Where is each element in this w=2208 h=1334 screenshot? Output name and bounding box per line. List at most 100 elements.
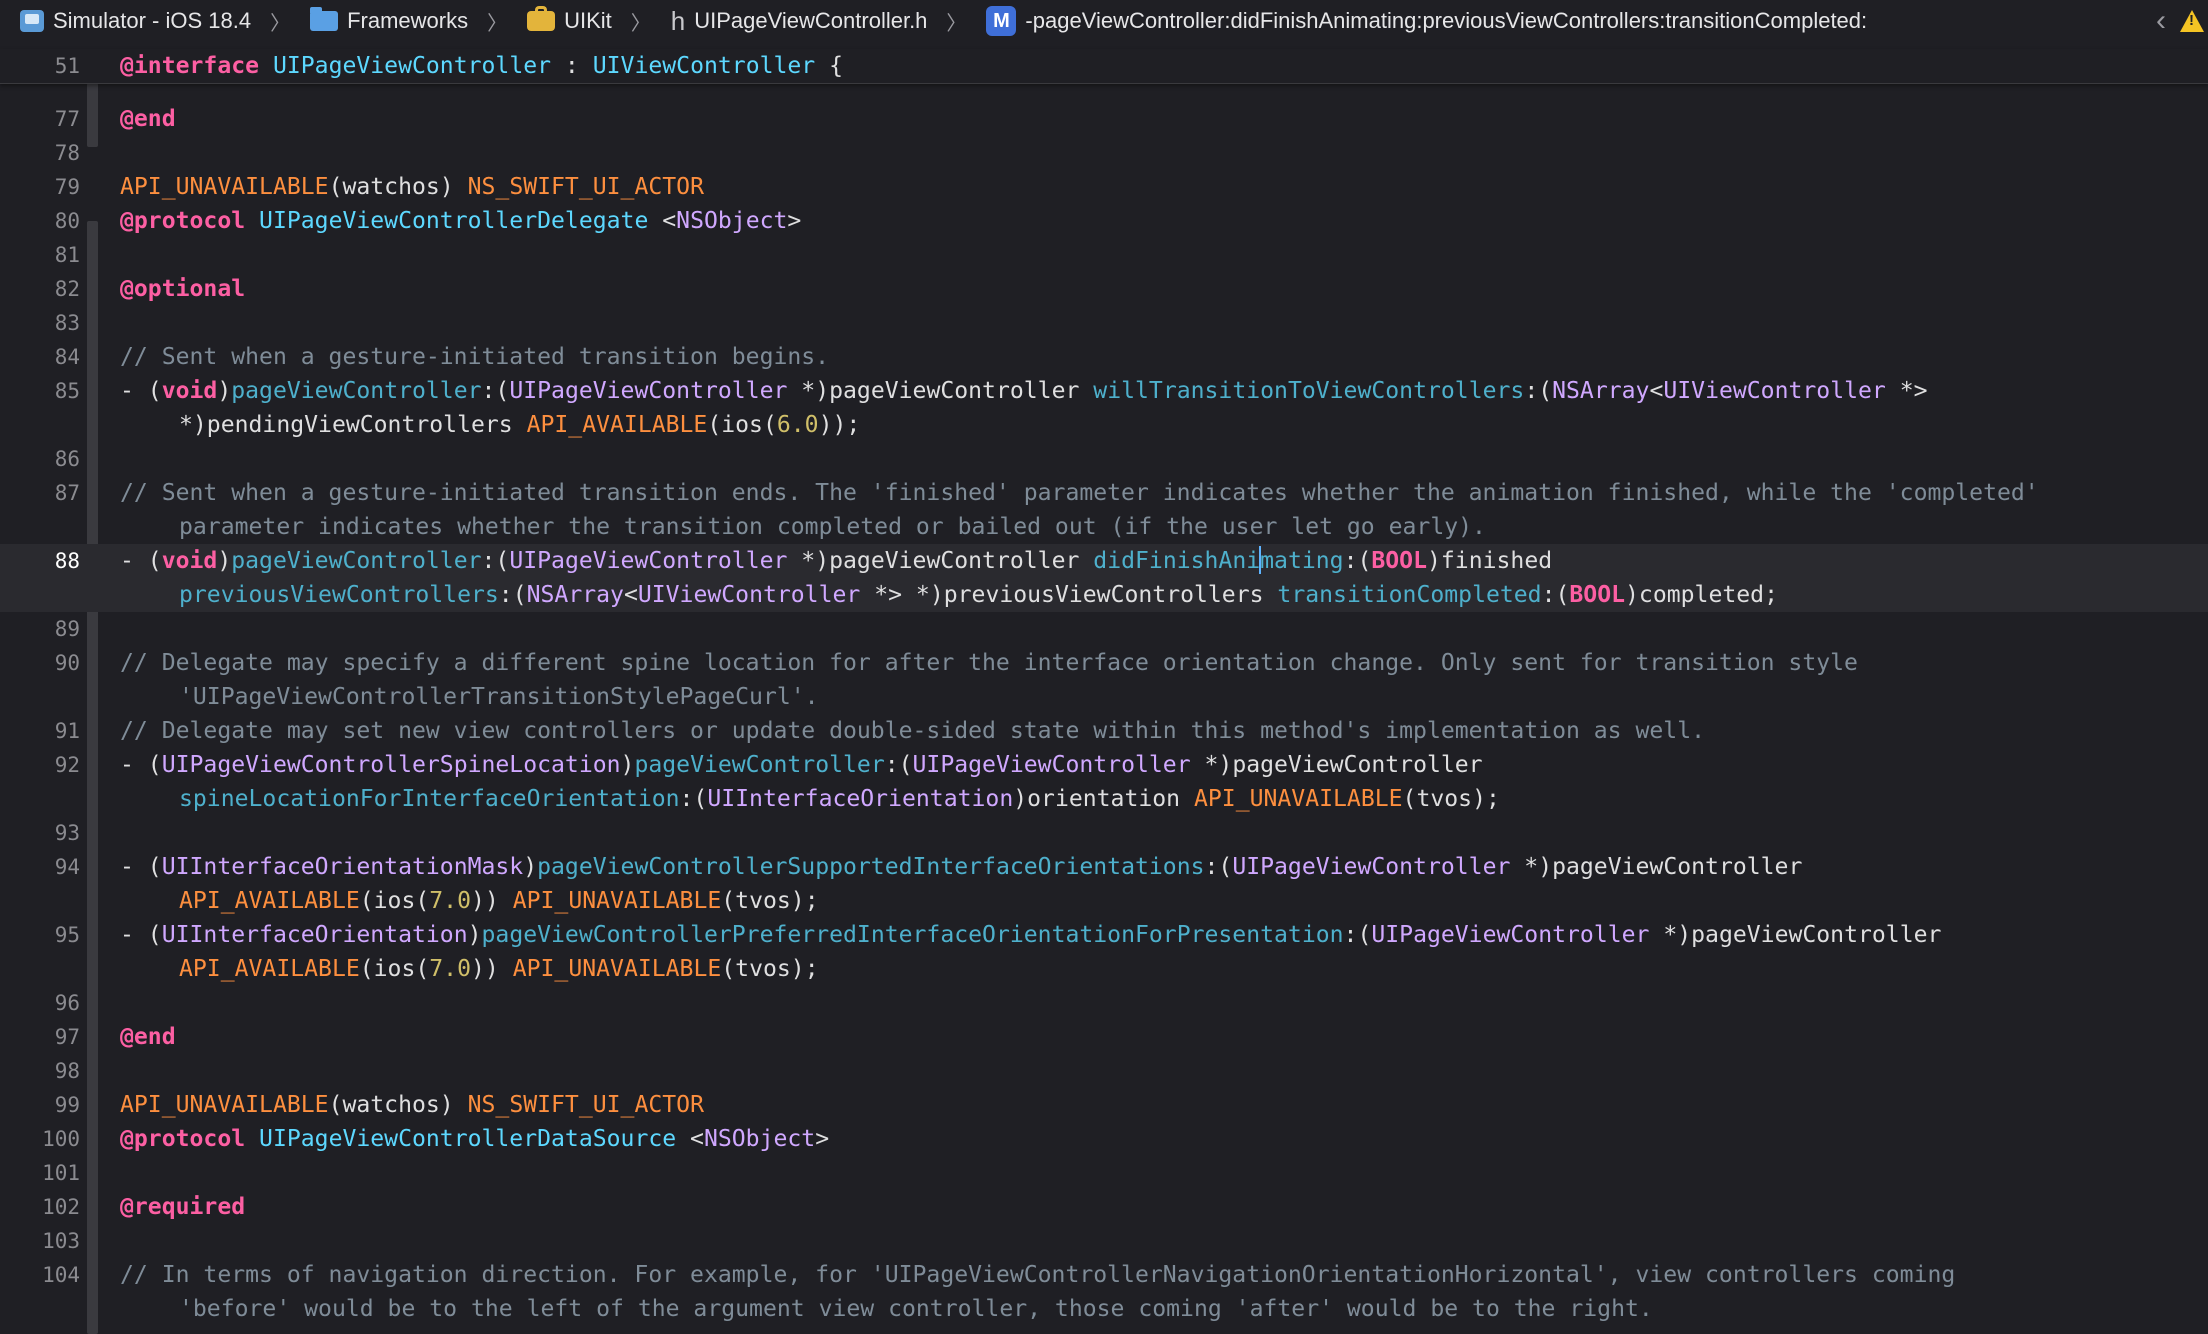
crumb-label: -pageViewController:didFinishAnimating:p… xyxy=(1025,8,1868,33)
simulator-icon xyxy=(20,10,44,32)
line-number: 94 xyxy=(54,855,80,879)
code-line-row: 78 xyxy=(0,136,2208,170)
chevron-right-icon: 〉 xyxy=(946,12,967,35)
code-line: - (UIInterfaceOrientation)pageViewContro… xyxy=(120,922,1942,948)
code-line-row: 89 xyxy=(0,612,2208,646)
crumb-header-file[interactable]: h UIPageViewController.h 〉 xyxy=(651,7,967,36)
code-line-row: 97 @end xyxy=(0,1020,2208,1054)
code-line-row: 98 xyxy=(0,1054,2208,1088)
chevron-right-icon: 〉 xyxy=(487,12,508,35)
line-number: 79 xyxy=(54,175,80,199)
chevron-right-icon: 〉 xyxy=(630,12,651,35)
code-line-row: 94 - (UIInterfaceOrientationMask)pageVie… xyxy=(0,850,2208,918)
code-line-row: 82 @optional xyxy=(0,272,2208,306)
crumb-label: UIKit xyxy=(564,8,612,33)
crumb-uikit[interactable]: UIKit 〉 xyxy=(507,6,651,36)
code-line: @interface UIPageViewController : UIView… xyxy=(120,53,844,79)
sticky-scope-header[interactable]: 51 @interface UIPageViewController : UIV… xyxy=(0,49,2208,84)
code-line: @optional xyxy=(120,276,246,302)
code-line: // Sent when a gesture-initiated transit… xyxy=(120,480,2039,506)
folder-icon xyxy=(310,7,339,31)
code-line-row: 83 xyxy=(0,306,2208,340)
source-editor[interactable]: 77 @end 78 79 API_UNAVAILABLE(watchos) N… xyxy=(0,83,2208,1334)
code-line-row: 81 xyxy=(0,238,2208,272)
code-line-row: 96 xyxy=(0,986,2208,1020)
line-number: 90 xyxy=(54,651,80,675)
code-line: API_UNAVAILABLE(watchos) NS_SWIFT_UI_ACT… xyxy=(120,1092,704,1118)
code-line-continuation: parameter indicates whether the transiti… xyxy=(179,514,1486,540)
code-line-continuation: *)pendingViewControllers API_AVAILABLE(i… xyxy=(179,412,861,438)
code-line: - (void)pageViewController:(UIPageViewCo… xyxy=(120,378,1928,404)
code-line-continuation: API_AVAILABLE(ios(7.0)) API_UNAVAILABLE(… xyxy=(179,888,819,914)
code-line: // Delegate may specify a different spin… xyxy=(120,650,1858,676)
crumb-label: UIPageViewController.h xyxy=(694,8,928,33)
code-line-continuation: API_AVAILABLE(ios(7.0)) API_UNAVAILABLE(… xyxy=(179,956,819,982)
line-number: 101 xyxy=(42,1161,80,1185)
line-number: 77 xyxy=(54,107,80,131)
crumb-label: Frameworks xyxy=(347,8,469,33)
code-line-continuation: previousViewControllers:(NSArray<UIViewC… xyxy=(179,582,1778,608)
line-number: 89 xyxy=(54,617,80,641)
line-number: 93 xyxy=(54,821,80,845)
code-line-continuation: 'before' would be to the left of the arg… xyxy=(179,1296,1653,1322)
code-line-row: 104 // In terms of navigation direction.… xyxy=(0,1258,2208,1326)
code-line-row: 92 - (UIPageViewControllerSpineLocation)… xyxy=(0,748,2208,816)
code-line-row: 79 API_UNAVAILABLE(watchos) NS_SWIFT_UI_… xyxy=(0,170,2208,204)
code-line-row: 95 - (UIInterfaceOrientation)pageViewCon… xyxy=(0,918,2208,986)
line-number: 102 xyxy=(42,1195,80,1219)
line-number: 104 xyxy=(42,1263,80,1287)
header-file-icon: h xyxy=(670,6,686,36)
line-number: 83 xyxy=(54,311,80,335)
code-line: @end xyxy=(120,106,176,132)
line-number: 88 xyxy=(54,549,80,573)
line-number: 98 xyxy=(54,1059,80,1083)
code-line: - (UIInterfaceOrientationMask)pageViewCo… xyxy=(120,854,1803,880)
code-line: @protocol UIPageViewControllerDataSource… xyxy=(120,1126,830,1152)
line-number: 87 xyxy=(54,481,80,505)
method-icon: M xyxy=(986,6,1017,36)
code-line-row: 77 @end xyxy=(0,102,2208,136)
code-line: // Sent when a gesture-initiated transit… xyxy=(120,344,830,370)
line-number: 78 xyxy=(54,141,80,165)
code-line-row: 101 xyxy=(0,1156,2208,1190)
code-line-row: 87 // Sent when a gesture-initiated tran… xyxy=(0,476,2208,544)
code-line-row: 84 // Sent when a gesture-initiated tran… xyxy=(0,340,2208,374)
crumb-method[interactable]: M -pageViewController:didFinishAnimating… xyxy=(966,6,1867,36)
code-line: @required xyxy=(120,1194,246,1220)
line-number: 51 xyxy=(54,54,80,78)
code-line-row: 100 @protocol UIPageViewControllerDataSo… xyxy=(0,1122,2208,1156)
code-line-row: 85 - (void)pageViewController:(UIPageVie… xyxy=(0,374,2208,442)
line-number: 84 xyxy=(54,345,80,369)
line-number: 99 xyxy=(54,1093,80,1117)
code-line: @end xyxy=(120,1024,176,1050)
code-line-row: 90 // Delegate may specify a different s… xyxy=(0,646,2208,714)
code-line-row: 103 xyxy=(0,1224,2208,1258)
code-line: - (void)pageViewController:(UIPageViewCo… xyxy=(120,546,1553,574)
code-line: API_UNAVAILABLE(watchos) NS_SWIFT_UI_ACT… xyxy=(120,174,704,200)
toolbox-icon xyxy=(527,6,556,31)
current-code-line-row: 88 - (void)pageViewController:(UIPageVie… xyxy=(0,544,2208,612)
line-number: 80 xyxy=(54,209,80,233)
code-line: @protocol UIPageViewControllerDelegate <… xyxy=(120,208,802,234)
chevron-left-icon[interactable]: ‹ xyxy=(2156,4,2166,38)
line-number: 86 xyxy=(54,447,80,471)
code-line: // In terms of navigation direction. For… xyxy=(120,1262,1956,1288)
code-line-row: 80 @protocol UIPageViewControllerDelegat… xyxy=(0,204,2208,238)
chevron-right-icon: 〉 xyxy=(270,12,291,35)
line-number: 95 xyxy=(54,923,80,947)
line-number: 85 xyxy=(54,379,80,403)
warning-icon[interactable] xyxy=(2180,10,2204,32)
crumb-simulator[interactable]: Simulator - iOS 18.4 〉 xyxy=(0,7,290,36)
code-line-continuation: spineLocationForInterfaceOrientation:(UI… xyxy=(179,786,1500,812)
text-cursor xyxy=(1259,546,1262,574)
code-line-row: 102 @required xyxy=(0,1190,2208,1224)
line-number: 91 xyxy=(54,719,80,743)
line-number: 96 xyxy=(54,991,80,1015)
line-number: 97 xyxy=(54,1025,80,1049)
code-line-row: 86 xyxy=(0,442,2208,476)
code-line: // Delegate may set new view controllers… xyxy=(120,718,1706,744)
line-number: 100 xyxy=(42,1127,80,1151)
crumb-label: Simulator - iOS 18.4 xyxy=(53,8,252,33)
crumb-frameworks[interactable]: Frameworks 〉 xyxy=(290,7,507,36)
code-line: - (UIPageViewControllerSpineLocation)pag… xyxy=(120,752,1483,778)
